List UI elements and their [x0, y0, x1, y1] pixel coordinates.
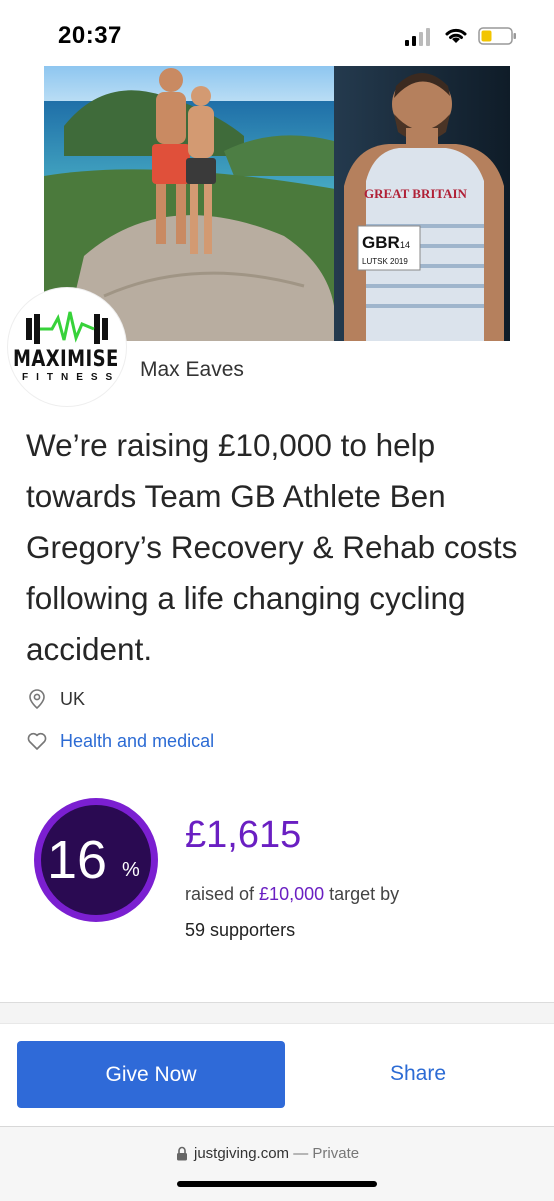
wifi-icon	[445, 28, 467, 43]
logo-wordmark: MAXIMISE	[13, 347, 119, 372]
hero-badge-code: GBR	[362, 233, 400, 252]
status-time: 20:37	[58, 22, 122, 49]
logo-subtext: FITNESS	[22, 372, 121, 383]
raised-prefix: raised of	[185, 884, 260, 904]
private-mode-label: Private	[312, 1145, 360, 1162]
raised-amount: £1,615	[185, 814, 302, 856]
heart-icon	[27, 732, 47, 750]
section-divider	[0, 1002, 554, 1024]
hero-badge-event: LUTSK 2019	[362, 257, 408, 266]
progress-percent: 16	[47, 830, 108, 890]
location-row: UK	[26, 688, 85, 710]
hero-badge-country: GREAT BRITAIN	[364, 186, 468, 201]
url-display[interactable]: justgiving.com — Private	[194, 1145, 359, 1162]
target-amount: £10,000	[259, 884, 325, 904]
cellular-signal-icon	[405, 28, 430, 46]
raised-summary: raised of £10,000 target by	[185, 884, 399, 905]
lock-icon	[177, 1146, 187, 1161]
location-pin-icon	[29, 689, 45, 710]
url-separator: —	[289, 1145, 313, 1162]
give-now-button[interactable]: Give Now	[17, 1041, 285, 1108]
raised-suffix: target by	[324, 884, 400, 904]
url-domain: justgiving.com	[194, 1145, 290, 1162]
category-row[interactable]: Health and medical	[26, 730, 214, 752]
category-link[interactable]: Health and medical	[60, 731, 214, 752]
browser-url-bar[interactable]	[0, 1126, 554, 1201]
location-text: UK	[60, 688, 86, 709]
share-button[interactable]: Share	[390, 1062, 446, 1086]
page-title: We’re raising £10,000 to help towards Te…	[26, 427, 518, 667]
battery-icon	[478, 27, 516, 45]
home-indicator[interactable]	[177, 1181, 377, 1187]
progress-percent-sign: %	[122, 859, 140, 881]
supporters-count: 59 supporters	[185, 920, 296, 940]
hero-badge-number: 14	[400, 240, 410, 250]
page-owner-name[interactable]: Max Eaves	[140, 358, 244, 382]
status-bar: 20:37	[0, 0, 554, 66]
